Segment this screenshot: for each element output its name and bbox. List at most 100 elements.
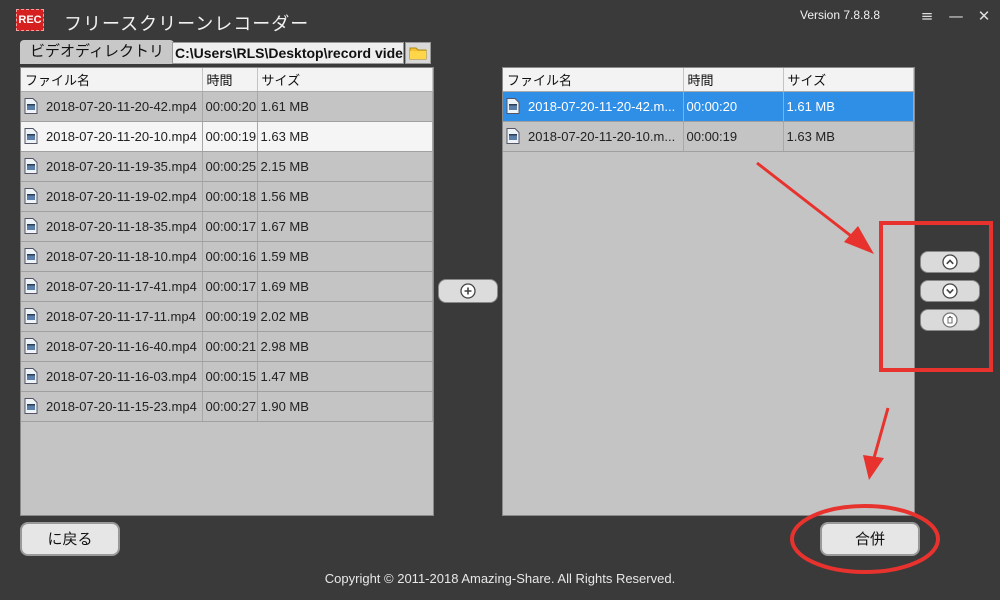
column-header-size[interactable]: サイズ [783, 68, 914, 92]
file-name: 2018-07-20-11-17-41.mp4 [46, 279, 197, 294]
column-header-name[interactable]: ファイル名 [21, 68, 203, 92]
file-duration-cell: 00:00:19 [202, 121, 258, 152]
file-row[interactable]: 2018-07-20-11-16-40.mp4 00:00:21 2.98 MB [21, 331, 433, 362]
video-file-icon [24, 248, 38, 264]
video-file-icon [506, 98, 520, 114]
file-duration-cell: 00:00:20 [683, 91, 784, 122]
video-file-icon [24, 188, 38, 204]
video-file-icon [24, 158, 38, 174]
video-file-icon [24, 368, 38, 384]
file-duration-cell: 00:00:27 [202, 391, 258, 422]
file-name: 2018-07-20-11-20-10.m... [528, 129, 676, 144]
file-duration-cell: 00:00:17 [202, 211, 258, 242]
file-name: 2018-07-20-11-18-10.mp4 [46, 249, 197, 264]
file-size-cell: 2.15 MB [257, 151, 433, 182]
file-name: 2018-07-20-11-16-03.mp4 [46, 369, 197, 384]
trash-circle-icon [942, 312, 958, 328]
file-duration-cell: 00:00:16 [202, 241, 258, 272]
directory-label: ビデオディレクトリ [20, 40, 174, 64]
file-name: 2018-07-20-11-20-42.mp4 [46, 99, 197, 114]
file-name-cell: 2018-07-20-11-18-35.mp4 [21, 211, 203, 242]
video-file-icon [506, 128, 520, 144]
file-duration-cell: 00:00:15 [202, 361, 258, 392]
folder-icon [409, 47, 427, 60]
chevron-down-circle-icon [942, 283, 958, 299]
add-to-merge-button[interactable] [438, 279, 498, 303]
file-size-cell: 1.47 MB [257, 361, 433, 392]
table-header-row: ファイル名 時間 サイズ [503, 68, 914, 92]
close-icon[interactable]: ✕ [975, 6, 993, 26]
minimize-icon[interactable]: — [947, 6, 965, 26]
video-file-icon [24, 398, 38, 414]
video-file-icon [24, 128, 38, 144]
file-row[interactable]: 2018-07-20-11-15-23.mp4 00:00:27 1.90 MB [21, 391, 433, 422]
file-name: 2018-07-20-11-18-35.mp4 [46, 219, 197, 234]
column-header-time[interactable]: 時間 [202, 68, 258, 92]
remove-button[interactable] [920, 309, 980, 331]
file-row[interactable]: 2018-07-20-11-20-10.m... 00:00:19 1.63 MB [503, 121, 914, 152]
file-name-cell: 2018-07-20-11-18-10.mp4 [21, 241, 203, 272]
column-header-time[interactable]: 時間 [683, 68, 784, 92]
file-size-cell: 1.61 MB [257, 91, 433, 122]
column-header-size[interactable]: サイズ [257, 68, 433, 92]
file-name-cell: 2018-07-20-11-19-35.mp4 [21, 151, 203, 182]
merge-file-list: ファイル名 時間 サイズ 2018-07-20-11-20-42.m... 00:… [502, 67, 915, 516]
file-row[interactable]: 2018-07-20-11-16-03.mp4 00:00:15 1.47 MB [21, 361, 433, 392]
file-duration-cell: 00:00:17 [202, 271, 258, 302]
move-down-button[interactable] [920, 280, 980, 302]
file-size-cell: 1.63 MB [257, 121, 433, 152]
directory-path-field[interactable]: C:\Users\RLS\Desktop\record videos [172, 42, 404, 64]
file-name: 2018-07-20-11-20-42.m... [528, 99, 676, 114]
file-duration-cell: 00:00:19 [202, 301, 258, 332]
file-row[interactable]: 2018-07-20-11-19-35.mp4 00:00:25 2.15 MB [21, 151, 433, 182]
file-name-cell: 2018-07-20-11-20-42.mp4 [21, 91, 203, 122]
back-button[interactable]: に戻る [20, 522, 120, 556]
file-row[interactable]: 2018-07-20-11-18-35.mp4 00:00:17 1.67 MB [21, 211, 433, 242]
file-duration-cell: 00:00:20 [202, 91, 258, 122]
file-size-cell: 2.98 MB [257, 331, 433, 362]
file-size-cell: 1.56 MB [257, 181, 433, 212]
file-row[interactable]: 2018-07-20-11-18-10.mp4 00:00:16 1.59 MB [21, 241, 433, 272]
source-file-table: ファイル名 時間 サイズ 2018-07-20-11-20-42.mp4 00:0… [21, 68, 433, 422]
file-duration-cell: 00:00:25 [202, 151, 258, 182]
file-size-cell: 1.67 MB [257, 211, 433, 242]
file-size-cell: 2.02 MB [257, 301, 433, 332]
file-size-cell: 1.90 MB [257, 391, 433, 422]
file-name-cell: 2018-07-20-11-16-03.mp4 [21, 361, 203, 392]
file-name-cell: 2018-07-20-11-17-11.mp4 [21, 301, 203, 332]
file-size-cell: 1.69 MB [257, 271, 433, 302]
file-row[interactable]: 2018-07-20-11-20-42.m... 00:00:20 1.61 MB [503, 91, 914, 122]
chevron-up-circle-icon [942, 254, 958, 270]
file-size-cell: 1.59 MB [257, 241, 433, 272]
video-file-icon [24, 98, 38, 114]
file-name-cell: 2018-07-20-11-15-23.mp4 [21, 391, 203, 422]
copyright-text: Copyright © 2011-2018 Amazing-Share. All… [324, 571, 676, 586]
file-row[interactable]: 2018-07-20-11-20-42.mp4 00:00:20 1.61 MB [21, 91, 433, 122]
file-name: 2018-07-20-11-19-35.mp4 [46, 159, 197, 174]
file-duration-cell: 00:00:18 [202, 181, 258, 212]
video-file-icon [24, 308, 38, 324]
file-name-cell: 2018-07-20-11-20-10.m... [503, 121, 684, 152]
merge-button[interactable]: 合併 [820, 522, 920, 556]
file-row[interactable]: 2018-07-20-11-17-11.mp4 00:00:19 2.02 MB [21, 301, 433, 332]
move-up-button[interactable] [920, 251, 980, 273]
app-title: フリースクリーンレコーダー [64, 14, 310, 35]
file-row[interactable]: 2018-07-20-11-19-02.mp4 00:00:18 1.56 MB [21, 181, 433, 212]
source-file-list: ファイル名 時間 サイズ 2018-07-20-11-20-42.mp4 00:0… [20, 67, 434, 516]
browse-folder-button[interactable] [405, 42, 431, 64]
file-duration-cell: 00:00:19 [683, 121, 784, 152]
video-file-icon [24, 218, 38, 234]
file-row[interactable]: 2018-07-20-11-17-41.mp4 00:00:17 1.69 MB [21, 271, 433, 302]
file-name: 2018-07-20-11-17-11.mp4 [46, 309, 196, 324]
plus-circle-icon [460, 283, 476, 299]
video-file-icon [24, 278, 38, 294]
file-name-cell: 2018-07-20-11-19-02.mp4 [21, 181, 203, 212]
column-header-name[interactable]: ファイル名 [503, 68, 684, 92]
file-row[interactable]: 2018-07-20-11-20-10.mp4 00:00:19 1.63 MB [21, 121, 433, 152]
file-name: 2018-07-20-11-16-40.mp4 [46, 339, 197, 354]
version-label: Version 7.8.8.8 [800, 8, 881, 22]
file-name: 2018-07-20-11-20-10.mp4 [46, 129, 197, 144]
file-name-cell: 2018-07-20-11-20-42.m... [503, 91, 684, 122]
menu-icon[interactable]: ≡ [918, 6, 936, 26]
merge-file-table: ファイル名 時間 サイズ 2018-07-20-11-20-42.m... 00:… [503, 68, 914, 152]
